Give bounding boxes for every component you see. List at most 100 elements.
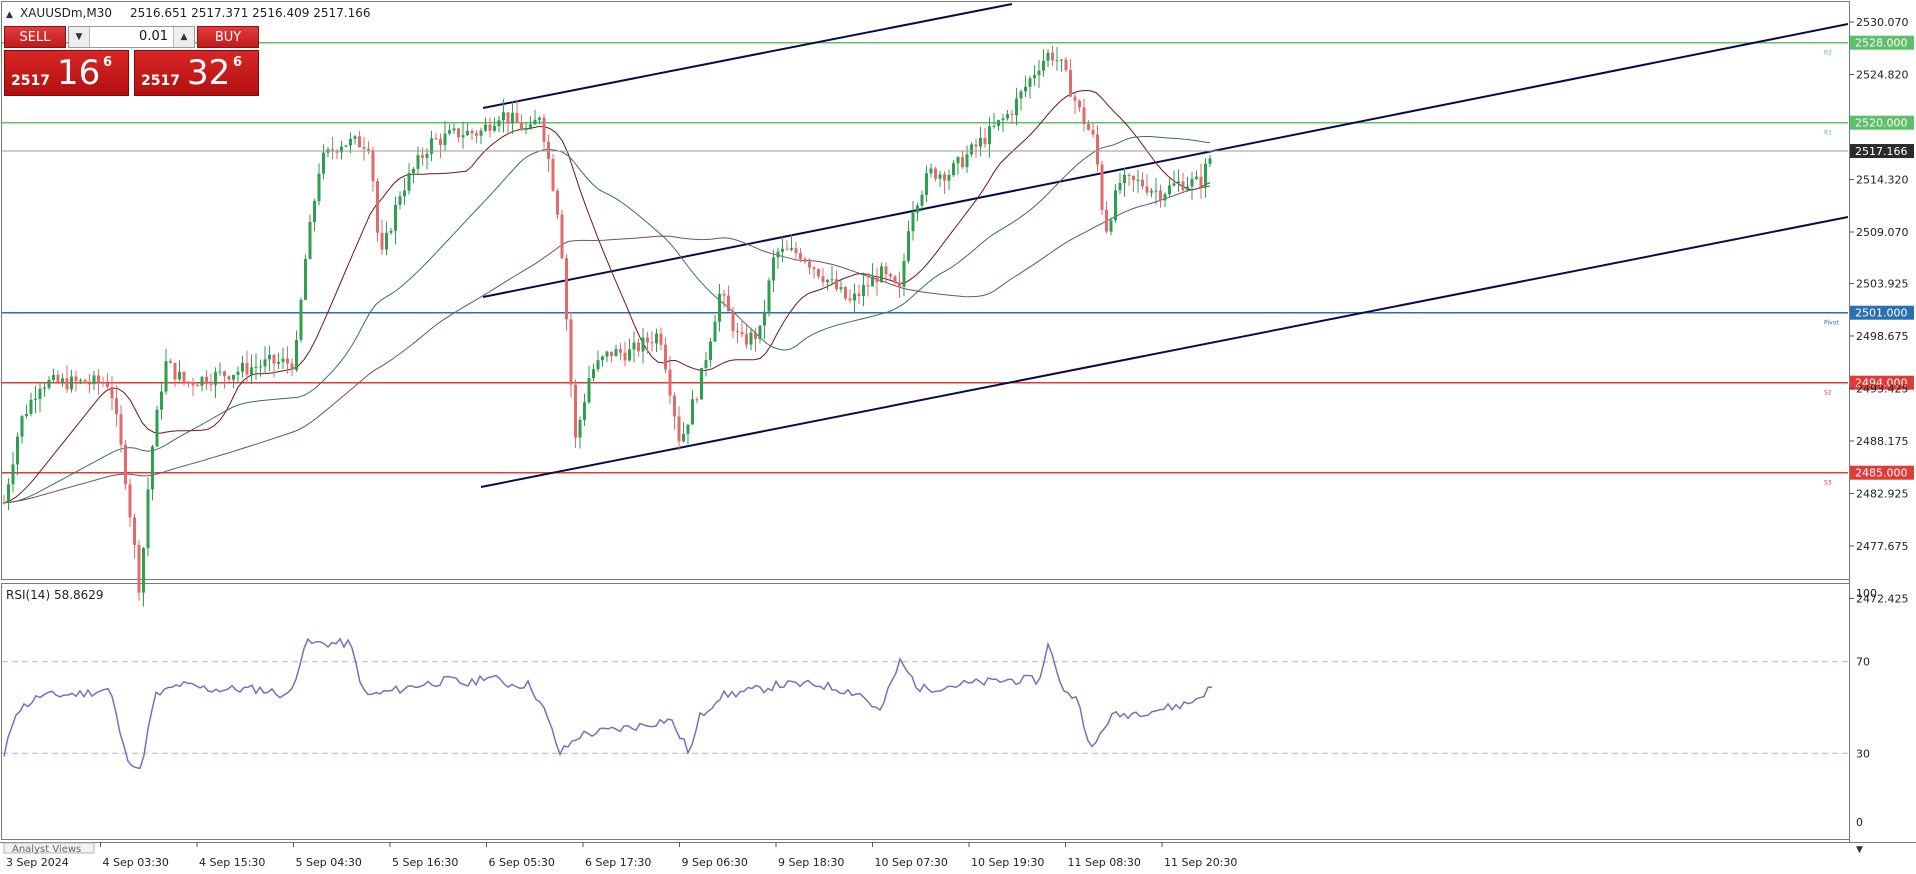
time-tick-label: 5 Sep 04:30	[296, 856, 362, 869]
sell-price-box[interactable]: 2517 16 6	[4, 50, 129, 96]
candle-body	[529, 124, 532, 128]
candle-body	[1204, 163, 1207, 187]
lot-decrease-icon[interactable]: ▼	[69, 27, 90, 47]
lot-increase-icon[interactable]: ▲	[173, 27, 194, 47]
channel-line[interactable]	[482, 23, 1849, 298]
candle-body	[884, 266, 888, 275]
candle-body	[493, 126, 496, 131]
candle-body	[434, 138, 438, 140]
candle-body	[389, 230, 393, 233]
lot-size-stepper[interactable]: ▼ 0.01 ▲	[68, 26, 195, 48]
candle-body	[1168, 185, 1171, 195]
candle-body	[34, 398, 37, 400]
candle-body	[443, 133, 447, 145]
candle-body	[385, 232, 388, 250]
candle-body	[983, 137, 987, 145]
candle-body	[1172, 183, 1176, 186]
chart-ohlc: 2516.651 2517.371 2516.409 2517.166	[130, 6, 370, 20]
candle-body	[776, 251, 780, 258]
candle-body	[1127, 174, 1131, 177]
price-tick-label: 2514.320	[1856, 174, 1909, 187]
candle-body	[722, 293, 726, 296]
trend-channel[interactable]	[480, 3, 1849, 488]
candle-body	[745, 334, 748, 345]
candle-body	[457, 128, 460, 138]
candle-body	[835, 279, 838, 290]
candle-body	[74, 376, 78, 382]
analyst-views-label: Analyst Views	[12, 844, 81, 855]
candle-body	[160, 391, 163, 410]
rsi-label: RSI(14) 58.8629	[6, 588, 104, 602]
candle-body	[371, 150, 375, 182]
candle-body	[484, 124, 487, 131]
sell-button[interactable]: SELL	[4, 26, 66, 48]
channel-line[interactable]	[480, 216, 1849, 488]
candle-body	[358, 136, 361, 148]
candle-body	[56, 374, 60, 382]
candle-body	[596, 360, 600, 370]
candle-body	[1010, 114, 1014, 116]
candle-body	[1118, 183, 1122, 191]
rsi-level-label: 100	[1856, 587, 1877, 600]
candle-body	[623, 352, 627, 361]
candle-body	[403, 190, 406, 197]
candle-body	[7, 484, 10, 503]
candle-body	[272, 354, 276, 364]
trading-chart[interactable]: R22528.000R12520.000Pivot2501.000S22494.…	[0, 0, 1916, 874]
candle-body	[205, 376, 208, 385]
candle-body	[137, 544, 141, 593]
candle-body	[1199, 176, 1203, 187]
candle-body	[628, 349, 631, 361]
candle-body	[191, 382, 195, 386]
candle-body	[439, 138, 442, 145]
moving-average-line	[3, 89, 1211, 504]
candle-body	[655, 333, 658, 344]
candle-body	[524, 127, 528, 131]
candle-body	[398, 196, 402, 205]
candle-body	[641, 337, 645, 352]
candle-body	[718, 293, 721, 322]
candle-body	[763, 311, 766, 326]
candle-body	[736, 331, 739, 333]
candle-body	[511, 113, 514, 124]
rsi-line	[3, 637, 1213, 770]
chart-collapse-icon[interactable]: ▲	[6, 10, 13, 20]
candle-body	[727, 295, 730, 312]
candle-body	[16, 436, 19, 465]
candle-body	[898, 282, 901, 287]
candle-body	[749, 332, 753, 345]
candle-body	[911, 212, 915, 232]
candle-body	[394, 204, 397, 231]
candle-body	[43, 387, 46, 389]
candle-body	[209, 384, 213, 386]
price-tick-label: 2509.070	[1856, 226, 1909, 239]
candle-body	[178, 371, 181, 380]
candle-body	[362, 147, 366, 149]
price-tick-label: 2503.925	[1856, 277, 1909, 290]
candle-body	[740, 332, 744, 335]
buy-button[interactable]: BUY	[197, 26, 259, 48]
candle-body	[812, 267, 816, 270]
candle-body	[880, 266, 883, 283]
candle-body	[223, 371, 226, 377]
scroll-end-icon[interactable]: ▼	[1856, 845, 1863, 855]
level-price-label: 2528.000	[1855, 37, 1908, 50]
candle-body	[1181, 181, 1185, 191]
candle-body	[605, 351, 609, 357]
candle-body	[920, 194, 924, 206]
candle-body	[754, 332, 757, 339]
candle-body	[1195, 176, 1198, 179]
buy-price-box[interactable]: 2517 32 6	[134, 50, 259, 96]
candle-body	[844, 287, 847, 299]
candle-body	[97, 375, 100, 383]
candle-body	[592, 369, 595, 378]
candle-body	[992, 125, 996, 127]
candle-body	[1055, 60, 1059, 62]
candle-body	[20, 416, 24, 437]
channel-line[interactable]	[482, 3, 1013, 109]
candle-body	[353, 136, 357, 139]
candle-body	[938, 174, 942, 179]
candle-body	[367, 148, 370, 151]
time-tick-label: 5 Sep 16:30	[392, 856, 458, 869]
lot-size-input[interactable]: 0.01	[91, 27, 172, 47]
